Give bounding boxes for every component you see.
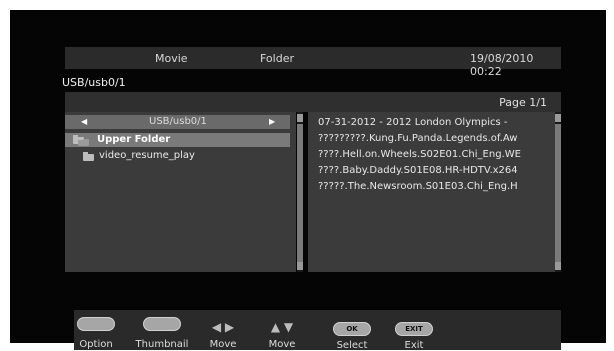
- device-label: USB/usb0/1: [149, 116, 207, 127]
- exit-label: Exit: [404, 340, 424, 351]
- header-datetime: 19/08/2010 00:22: [470, 52, 534, 78]
- thumbnail-button[interactable]: Thumbnail: [132, 316, 192, 350]
- folder-icon: [83, 152, 94, 161]
- option-button[interactable]: Option: [74, 316, 118, 350]
- folder-icon: [78, 137, 89, 146]
- file-list: 07-31-2012 - 2012 London Olympics - ????…: [318, 116, 554, 196]
- option-label: Option: [79, 339, 113, 350]
- scroll-down-icon[interactable]: [555, 262, 561, 270]
- file-item[interactable]: ?????????.Kung.Fu.Panda.Legends.of.Aw: [318, 132, 554, 148]
- file-scrollbar[interactable]: [555, 112, 561, 272]
- exit-key-icon: EXIT: [395, 322, 433, 336]
- thumbnail-label: Thumbnail: [135, 339, 189, 350]
- exit-button[interactable]: EXIT Exit: [392, 316, 436, 351]
- up-down-arrows-icon: ▲ ▼: [270, 320, 294, 334]
- current-path: USB/usb0/1: [62, 76, 126, 89]
- select-label: Select: [336, 340, 368, 351]
- folder-scrollbar[interactable]: [297, 112, 303, 272]
- ok-key-icon: OK: [333, 322, 371, 336]
- arrow-left-icon[interactable]: ◀: [81, 117, 87, 126]
- key-guide: Option Thumbnail ◀ ▶ Move ▲ ▼ Move OK Se…: [74, 310, 561, 351]
- folder-label: video_resume_play: [99, 150, 195, 161]
- move-left-right-button[interactable]: ◀ ▶ Move: [201, 316, 245, 350]
- list-item-folder[interactable]: video_resume_play: [65, 149, 290, 163]
- list-item-upper-folder[interactable]: Upper Folder: [65, 133, 290, 147]
- scroll-up-icon[interactable]: [555, 114, 561, 122]
- device-selector[interactable]: ◀ USB/usb0/1 ▶: [65, 115, 290, 129]
- file-item[interactable]: ????.Hell.on.Wheels.S02E01.Chi_Eng.WE: [318, 148, 554, 164]
- green-key-icon: [143, 317, 181, 331]
- scroll-down-icon[interactable]: [297, 262, 303, 270]
- red-key-icon: [77, 317, 115, 331]
- move-ud-label: Move: [268, 339, 296, 350]
- move-up-down-button[interactable]: ▲ ▼ Move: [260, 316, 304, 350]
- left-right-arrows-icon: ◀ ▶: [211, 320, 235, 334]
- move-lr-label: Move: [209, 339, 237, 350]
- scroll-thumb[interactable]: [297, 124, 303, 262]
- page-indicator: Page 1/1: [499, 96, 547, 109]
- tv-screen: Movie Folder 19/08/2010 00:22 USB/usb0/1…: [10, 10, 606, 351]
- upper-folder-label: Upper Folder: [97, 134, 171, 145]
- select-button[interactable]: OK Select: [330, 316, 374, 351]
- file-panel: 07-31-2012 - 2012 London Olympics - ????…: [308, 112, 561, 272]
- scroll-thumb[interactable]: [555, 124, 561, 262]
- scroll-up-icon[interactable]: [297, 114, 303, 122]
- file-item[interactable]: ?????.The.Newsroom.S01E03.Chi_Eng.H: [318, 180, 554, 196]
- page-bar: Page 1/1: [65, 92, 561, 112]
- file-item[interactable]: ????.Baby.Daddy.S01E08.HR-HDTV.x264: [318, 164, 554, 180]
- header-movie: Movie: [155, 52, 188, 65]
- arrow-right-icon[interactable]: ▶: [269, 117, 275, 126]
- header-bar: Movie Folder 19/08/2010 00:22: [65, 47, 561, 78]
- file-item[interactable]: 07-31-2012 - 2012 London Olympics -: [318, 116, 554, 132]
- folder-panel: ◀ USB/usb0/1 ▶ Upper Folder video_resume…: [65, 112, 296, 272]
- header-folder: Folder: [260, 52, 294, 65]
